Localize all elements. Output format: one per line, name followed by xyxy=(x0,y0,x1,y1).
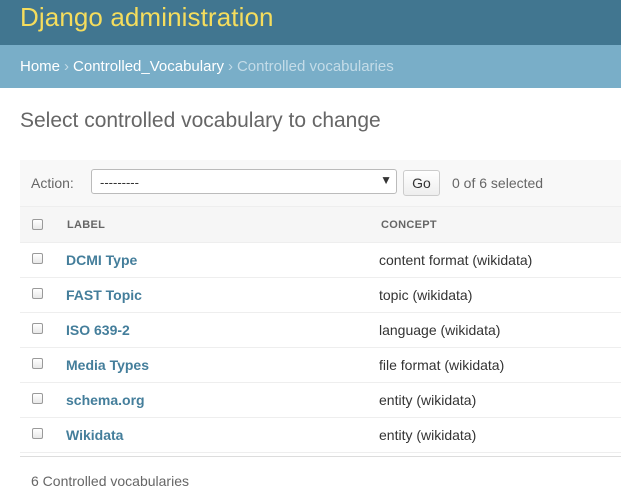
go-button[interactable]: Go xyxy=(403,170,440,196)
table-row: ISO 639-2 language (wikidata) xyxy=(20,313,621,348)
row-concept: file format (wikidata) xyxy=(379,357,505,373)
row-checkbox[interactable] xyxy=(32,323,43,334)
action-label: Action: xyxy=(31,175,74,191)
row-concept: entity (wikidata) xyxy=(379,427,477,443)
page-title: Select controlled vocabulary to change xyxy=(20,109,381,132)
select-all-checkbox[interactable] xyxy=(32,219,43,230)
column-header-label[interactable]: LABEL xyxy=(67,219,105,231)
breadcrumb-current: Controlled vocabularies xyxy=(236,58,394,75)
column-header-concept[interactable]: CONCEPT xyxy=(381,219,437,231)
row-concept: entity (wikidata) xyxy=(379,392,477,408)
table-row: DCMI Type content format (wikidata) xyxy=(20,243,621,278)
dropdown-arrow-icon: ▼ xyxy=(380,173,392,187)
row-label-link[interactable]: ISO 639-2 xyxy=(66,322,130,338)
table-row: schema.org entity (wikidata) xyxy=(20,383,621,418)
breadcrumb-separator: › xyxy=(227,58,233,75)
table-header: LABEL CONCEPT xyxy=(20,206,621,243)
row-concept: topic (wikidata) xyxy=(379,287,473,303)
row-label-link[interactable]: Media Types xyxy=(66,357,149,373)
breadcrumb-app-link[interactable]: Controlled_Vocabulary xyxy=(73,58,224,75)
row-concept: content format (wikidata) xyxy=(379,252,533,268)
table-row: Wikidata entity (wikidata) xyxy=(20,418,621,453)
site-header: Django administration xyxy=(0,0,621,45)
breadcrumb-home-link[interactable]: Home xyxy=(20,58,60,75)
actions-bar: Action: --------- ▼ Go 0 of 6 selected xyxy=(20,160,621,206)
table-row: Media Types file format (wikidata) xyxy=(20,348,621,383)
action-select-value: --------- xyxy=(100,175,139,190)
site-title[interactable]: Django administration xyxy=(20,2,274,33)
row-checkbox[interactable] xyxy=(32,393,43,404)
paginator: 6 Controlled vocabularies xyxy=(20,456,621,503)
row-label-link[interactable]: DCMI Type xyxy=(66,252,137,268)
row-checkbox[interactable] xyxy=(32,253,43,264)
table-body: DCMI Type content format (wikidata) FAST T… xyxy=(20,243,621,453)
row-concept: language (wikidata) xyxy=(379,322,501,338)
selection-count: 0 of 6 selected xyxy=(452,175,544,191)
row-label-link[interactable]: schema.org xyxy=(66,392,145,408)
breadcrumb: Home › Controlled_Vocabulary › Controlled vo… xyxy=(0,45,621,88)
action-select[interactable]: --------- ▼ xyxy=(91,169,397,194)
row-label-link[interactable]: FAST Topic xyxy=(66,287,142,303)
breadcrumb-separator: › xyxy=(64,58,70,75)
table-row: FAST Topic topic (wikidata) xyxy=(20,278,621,313)
result-count: 6 Controlled vocabularies xyxy=(31,473,189,489)
row-checkbox[interactable] xyxy=(32,428,43,439)
row-checkbox[interactable] xyxy=(32,288,43,299)
row-checkbox[interactable] xyxy=(32,358,43,369)
row-label-link[interactable]: Wikidata xyxy=(66,427,123,443)
result-table: LABEL CONCEPT DCMI Type content format (w… xyxy=(20,206,621,453)
